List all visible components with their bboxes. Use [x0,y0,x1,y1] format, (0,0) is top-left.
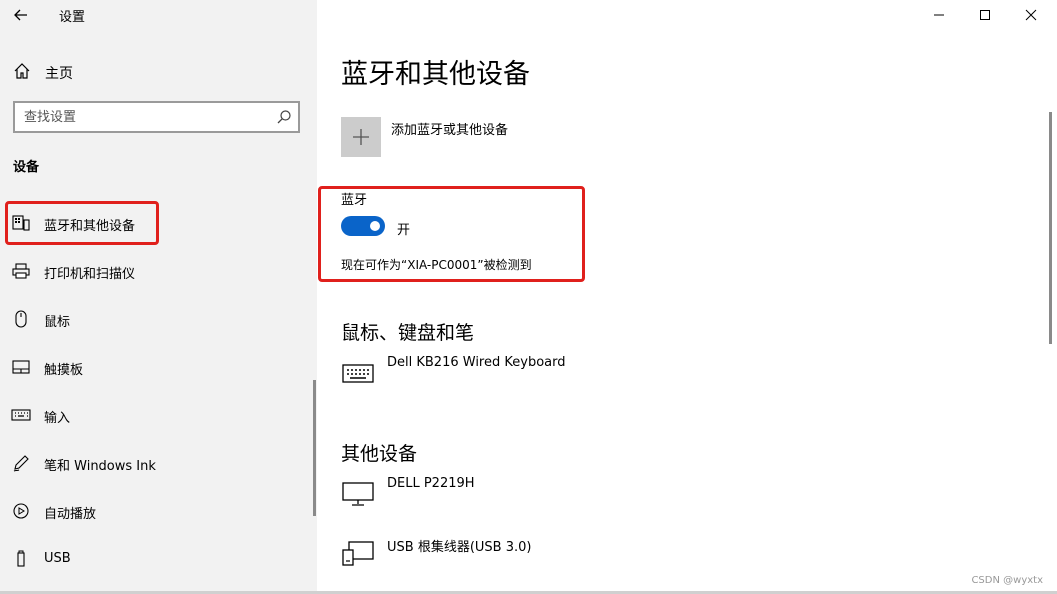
sidebar-item-label: USB [44,551,71,566]
usb-icon [17,550,25,567]
close-icon [1025,9,1037,21]
sidebar-item-pen[interactable]: 笔和 Windows Ink [0,443,317,483]
sidebar-item-label: 打印机和扫描仪 [44,267,136,282]
keyboard-icon [11,409,31,421]
device-item[interactable]: Dell KB216 Wired Keyboard [341,355,741,395]
sidebar-item-label: 触摸板 [44,363,84,378]
device-name: Dell KB216 Wired Keyboard [387,355,566,370]
sidebar-item-bluetooth[interactable]: 蓝牙和其他设备 [0,203,317,243]
section-title: 设备 [13,160,40,175]
sidebar-item-label: 蓝牙和其他设备 [44,219,136,234]
sidebar-item-label: 输入 [44,411,71,426]
group-title-other-devices: 其他设备 [341,443,418,465]
touchpad-icon [12,360,30,374]
sidebar-item-home[interactable]: 主页 [0,56,317,86]
plus-icon [353,129,369,145]
back-button[interactable] [8,2,34,28]
discoverable-text: 现在可作为“XIA-PC0001”被检测到 [341,258,532,272]
search-box[interactable] [13,101,300,133]
sidebar-item-label: 鼠标 [44,315,71,330]
search-icon[interactable] [276,109,292,125]
bluetooth-toggle[interactable] [341,216,385,236]
back-arrow-icon [14,9,27,21]
sidebar-item-typing[interactable]: 输入 [0,395,317,435]
main-scrollbar[interactable] [1049,112,1052,344]
keyboard-icon [342,364,374,383]
autoplay-icon [13,503,29,519]
home-icon [14,63,30,79]
pen-icon [13,455,29,472]
bluetooth-label: 蓝牙 [341,193,368,208]
sidebar-item-touchpad[interactable]: 触摸板 [0,347,317,387]
watermark: CSDN @wyxtx [971,575,1043,586]
sidebar-item-label: 笔和 Windows Ink [44,459,156,474]
usb-hub-icon [342,541,374,566]
bluetooth-state-label: 开 [397,223,411,238]
maximize-button[interactable] [962,0,1008,30]
device-name: USB 根集线器(USB 3.0) [387,540,532,555]
sidebar-scrollbar[interactable] [313,380,316,516]
sidebar-item-autoplay[interactable]: 自动播放 [0,491,317,531]
device-item[interactable]: USB 根集线器(USB 3.0) [341,536,741,576]
page-title: 蓝牙和其他设备 [341,59,530,90]
maximize-icon [980,10,990,20]
sidebar: 设置 主页 设备 蓝牙和其他设备 [0,0,317,591]
device-name: DELL P2219H [387,476,475,491]
toggle-knob [370,221,380,231]
add-device-label[interactable]: 添加蓝牙或其他设备 [391,119,508,138]
sidebar-item-label: 主页 [45,66,73,82]
mouse-icon [15,310,27,328]
search-input[interactable] [24,108,264,126]
sidebar-item-usb[interactable]: USB [0,539,317,579]
monitor-icon [342,482,374,506]
sidebar-item-mouse[interactable]: 鼠标 [0,299,317,339]
sidebar-item-printers[interactable]: 打印机和扫描仪 [0,251,317,291]
add-device-button[interactable] [341,117,381,157]
bluetooth-devices-icon [12,215,30,231]
sidebar-item-label: 自动播放 [44,507,97,522]
group-title-input-devices: 鼠标、键盘和笔 [341,322,475,344]
minimize-icon [934,14,944,16]
app-title: 设置 [59,10,86,25]
close-button[interactable] [1008,0,1054,30]
settings-window: 设置 主页 设备 蓝牙和其他设备 [0,0,1057,594]
minimize-button[interactable] [916,0,962,30]
printer-icon [12,263,30,279]
device-item[interactable]: DELL P2219H [341,476,741,516]
